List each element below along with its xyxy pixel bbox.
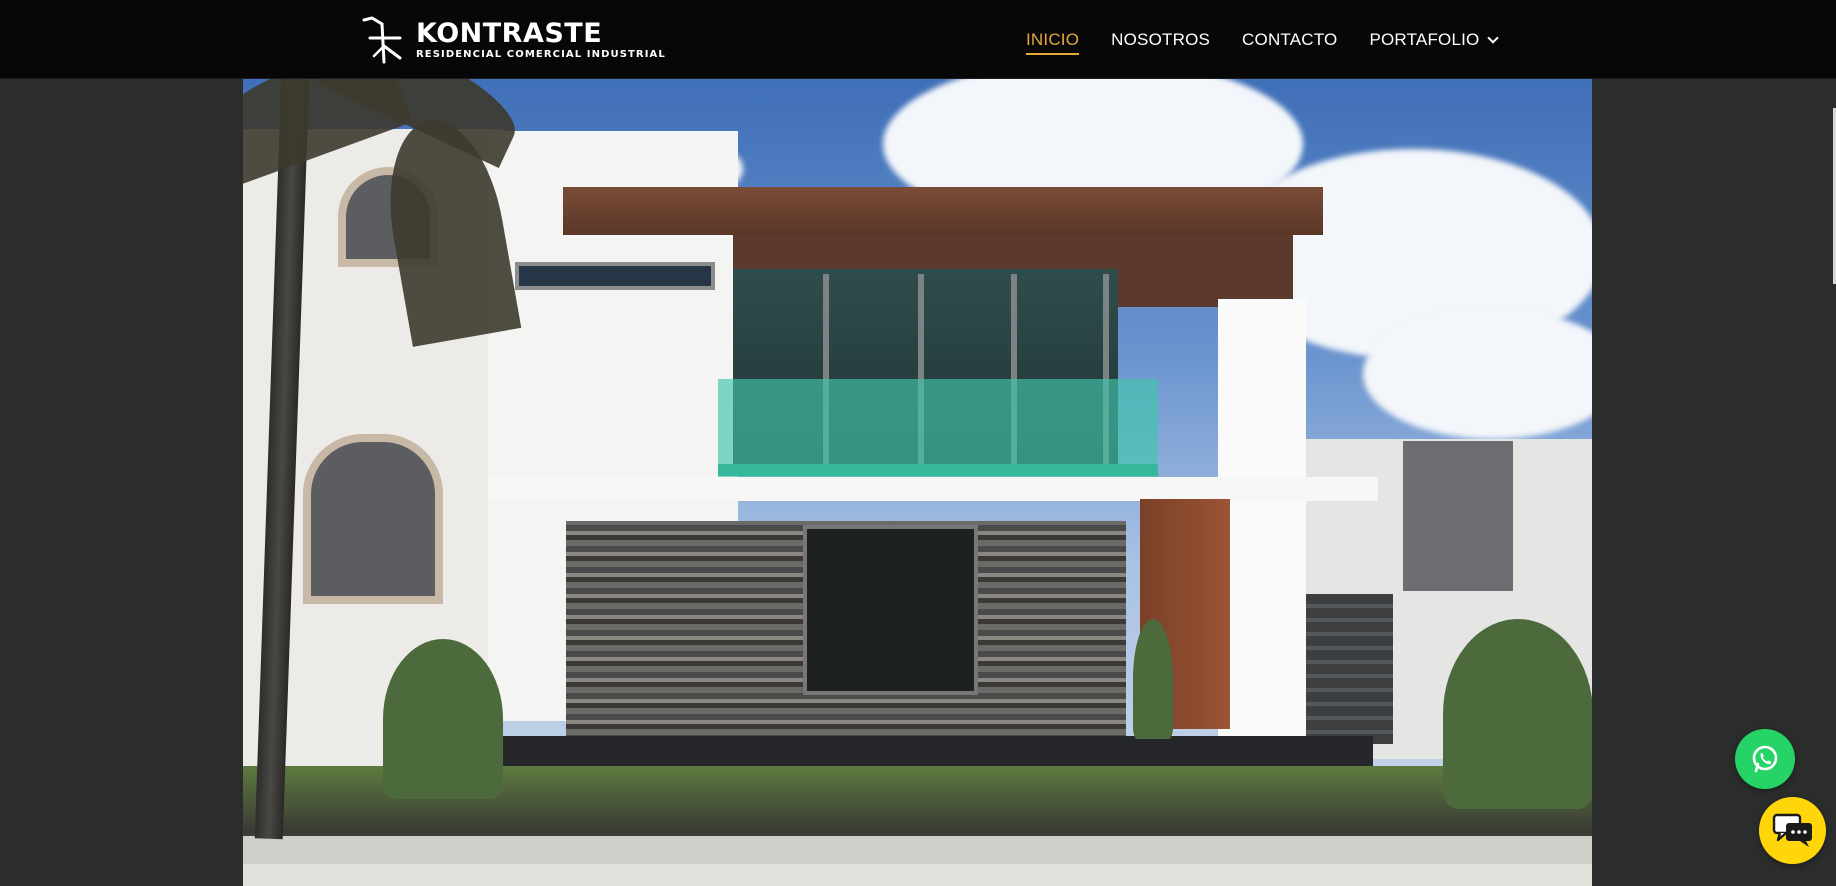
arch-window-lower	[303, 434, 443, 604]
agave-plant	[1443, 619, 1592, 809]
site-header: KONTRASTE RESIDENCIAL COMERCIAL INDUSTRI…	[0, 0, 1836, 79]
nav-item-nosotros[interactable]: NOSOTROS	[1111, 24, 1210, 55]
brand-logo-link[interactable]: KONTRASTE RESIDENCIAL COMERCIAL INDUSTRI…	[362, 16, 666, 64]
main-nav: INICIO NOSOTROS CONTACTO PORTAFOLIO	[1026, 0, 1529, 79]
nav-item-portafolio-label: PORTAFOLIO	[1369, 30, 1480, 49]
wood-roof-slab	[563, 187, 1323, 235]
agave-plant	[383, 639, 503, 799]
neighbor-dark-block	[1403, 441, 1513, 591]
chat-bubbles-icon	[1772, 813, 1812, 847]
sidewalk	[243, 836, 1592, 866]
slot-window	[515, 262, 715, 290]
nav-item-portafolio[interactable]: PORTAFOLIO	[1369, 24, 1500, 55]
topiary-plant	[1133, 619, 1173, 739]
whatsapp-button[interactable]	[1735, 729, 1795, 789]
nav-item-contacto[interactable]: CONTACTO	[1242, 24, 1337, 55]
right-white-tower	[1218, 299, 1306, 739]
brand-text: KONTRASTE RESIDENCIAL COMERCIAL INDUSTRI…	[416, 17, 666, 61]
brand-name: KONTRASTE	[416, 17, 603, 49]
white-band	[488, 477, 1378, 501]
chat-button[interactable]	[1759, 797, 1826, 864]
neighbor-gate	[1298, 594, 1393, 744]
nav-item-inicio[interactable]: INICIO	[1026, 24, 1080, 55]
kontraste-logo-icon	[362, 16, 402, 64]
whatsapp-icon	[1752, 745, 1778, 773]
brand-tagline: RESIDENCIAL COMERCIAL INDUSTRIAL	[416, 48, 666, 60]
cloud	[1363, 309, 1592, 439]
entry-glass-door	[803, 525, 978, 695]
chevron-down-icon	[1487, 32, 1500, 44]
balcony-rail-bar	[718, 464, 1158, 476]
curb	[243, 864, 1592, 886]
hero-house-image	[243, 79, 1592, 886]
